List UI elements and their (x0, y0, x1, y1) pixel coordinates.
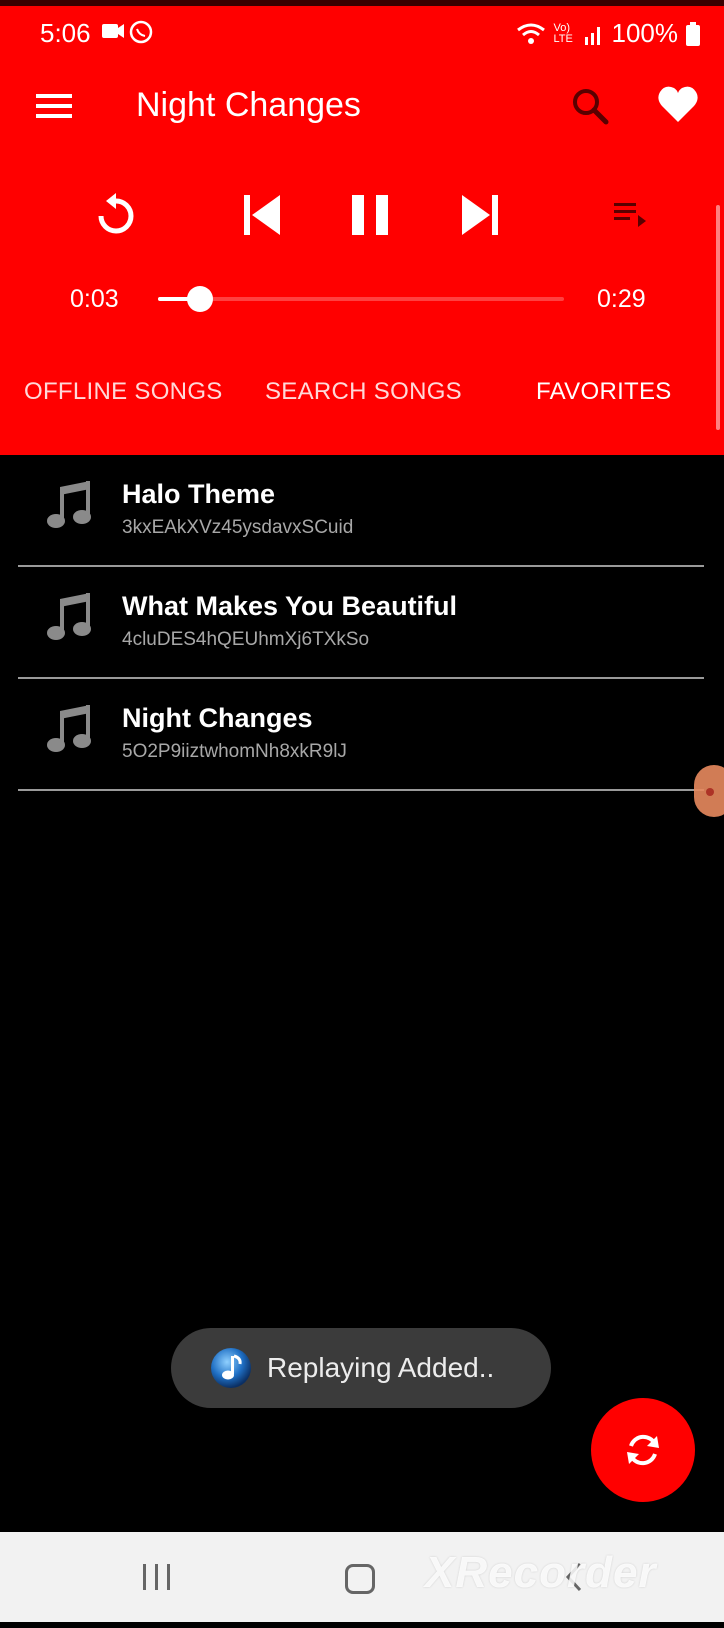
sync-icon (627, 1434, 659, 1466)
skip-next-icon (462, 195, 498, 235)
record-dot-icon (706, 788, 714, 796)
progress-row: 0:03 0:29 (0, 275, 724, 325)
song-title: Halo Theme (122, 479, 276, 509)
tab-offline-songs[interactable]: OFFLINE SONGS (24, 378, 223, 406)
seek-bar[interactable] (158, 286, 564, 312)
tab-favorites[interactable]: FAVORITES (536, 378, 672, 406)
song-list: Halo Theme 3kxEAkXVz45ysdavxSCuid What M… (0, 455, 724, 791)
list-item[interactable]: What Makes You Beautiful 4cluDES4hQEUhmX… (0, 567, 724, 679)
song-id: 3kxEAkXVz45ysdavxSCuid (122, 517, 354, 538)
whatsapp-icon (129, 20, 153, 44)
wifi-icon (516, 23, 545, 44)
song-id: 4cluDES4hQEUhmXj6TXkSo (122, 629, 370, 650)
next-button[interactable] (450, 185, 510, 245)
screen-recorder-bubble[interactable] (694, 765, 724, 817)
status-notification-icons (102, 20, 156, 49)
toast: Replaying Added.. (171, 1328, 551, 1408)
signal-icon (584, 26, 600, 45)
list-item[interactable]: Halo Theme 3kxEAkXVz45ysdavxSCuid (0, 455, 724, 567)
current-time: 0:03 (70, 285, 119, 313)
scrollbar[interactable] (716, 205, 720, 430)
previous-button[interactable] (232, 185, 292, 245)
video-call-icon (102, 24, 118, 38)
replay-icon (98, 193, 134, 234)
app-logo-icon (211, 1348, 251, 1388)
divider (18, 789, 704, 791)
recorder-watermark: XRecorder (425, 1548, 657, 1597)
battery-percent: 100% (611, 18, 679, 48)
song-id: 5O2P9iiztwhomNh8xkR9lJ (122, 741, 347, 762)
song-title: What Makes You Beautiful (122, 591, 458, 621)
song-title: Night Changes (122, 703, 313, 733)
queue-icon (614, 203, 646, 227)
skip-previous-icon (244, 195, 280, 235)
list-item[interactable]: Night Changes 5O2P9iiztwhomNh8xkR9lJ (0, 679, 724, 791)
refresh-fab[interactable] (591, 1398, 695, 1502)
status-time: 5:06 (40, 18, 91, 48)
tab-bar: OFFLINE SONGS SEARCH SONGS FAVORITES (0, 370, 724, 420)
system-navigation-bar: XRecorder (0, 1532, 724, 1622)
toast-message: Replaying Added.. (267, 1352, 495, 1383)
music-note-icon (47, 481, 91, 528)
page-title: Night Changes (136, 86, 361, 124)
volte-label: Vo) LTE (553, 21, 573, 45)
pause-icon (352, 195, 388, 235)
battery-icon (686, 21, 700, 46)
music-note-icon (47, 705, 91, 752)
status-right: Vo) LTE 100% (516, 18, 700, 49)
player-header: 5:06 Vo) LTE 100% Night Changes 0:03 0:2… (0, 0, 724, 455)
tab-search-songs[interactable]: SEARCH SONGS (265, 378, 462, 406)
search-icon[interactable] (570, 86, 610, 126)
music-note-icon (47, 593, 91, 640)
recent-apps-icon[interactable] (140, 1562, 174, 1592)
seek-thumb[interactable] (186, 286, 213, 312)
queue-button[interactable] (600, 185, 660, 245)
playback-controls (0, 185, 724, 255)
bottom-edge (0, 1622, 724, 1628)
status-bar: 5:06 Vo) LTE 100% (0, 6, 724, 56)
home-button[interactable] (345, 1564, 375, 1594)
total-time: 0:29 (597, 285, 646, 313)
toolbar: Night Changes (0, 60, 724, 152)
heart-icon[interactable] (656, 82, 700, 126)
menu-icon[interactable] (34, 88, 74, 124)
pause-button[interactable] (340, 185, 400, 245)
replay-button[interactable] (86, 185, 146, 245)
